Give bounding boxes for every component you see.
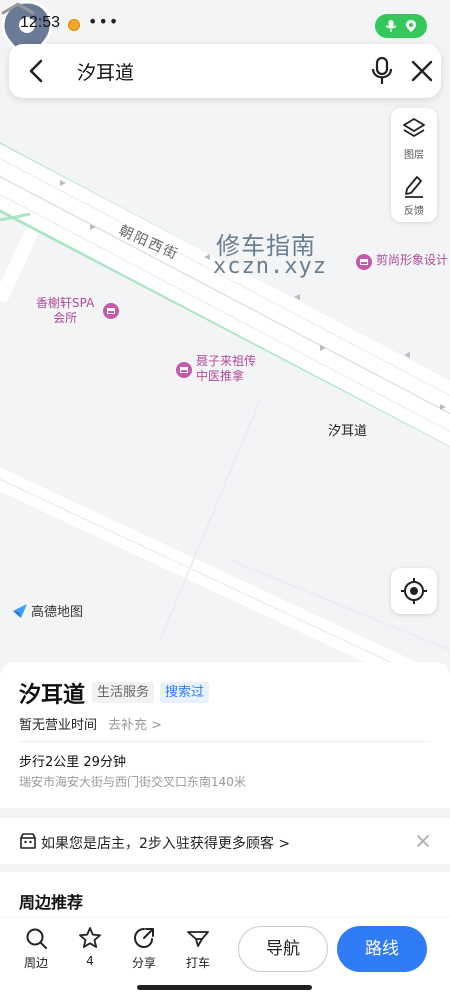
home-indicator[interactable] (137, 985, 312, 990)
map-view[interactable]: 朝阳西街 修车指南 xczn.xyz 剪尚形象设计 香榭轩SPA 会所 聂子来祖… (0, 0, 450, 680)
taxi-label: 打车 (185, 956, 210, 970)
watermark-url: xczn.xyz (213, 254, 327, 279)
nearby-button[interactable]: 周边 (16, 926, 56, 980)
nearby-title: 周边推荐 (19, 893, 84, 912)
poi-label-line: 香榭轩SPA (36, 296, 95, 310)
owner-banner-text: 如果您是店主，2步入驻获得更多顾客 > (41, 836, 291, 852)
poi-label-line: 中医推拿 (196, 369, 245, 383)
more-notifications-icon: ••• (88, 12, 120, 31)
amap-logo-icon (13, 603, 27, 618)
poi-label-massage[interactable]: 聂子来祖传 中医推拿 (196, 354, 256, 384)
map-tools-panel: 图层 反馈 (391, 108, 437, 222)
mic-indicator-icon (385, 20, 397, 32)
category-tag: 生活服务 (92, 682, 155, 703)
search-icon (26, 928, 47, 949)
taxi-button[interactable]: 打车 (178, 926, 218, 980)
favorite-button[interactable]: 4 (70, 926, 110, 980)
poi-label-line: 聂子来祖传 (196, 354, 257, 368)
layers-button[interactable]: 图层 (391, 110, 437, 166)
feedback-label: 反馈 (404, 206, 424, 217)
location-indicator-icon (406, 20, 416, 32)
divider (19, 741, 431, 742)
owner-banner[interactable]: 如果您是店主，2步入驻获得更多顾客 > (0, 818, 450, 864)
star-icon (79, 927, 101, 948)
amap-brand-text: 高德地图 (31, 605, 84, 620)
route-button[interactable]: 路线 (337, 926, 427, 972)
status-time: 12:53 (20, 14, 61, 31)
share-icon (133, 928, 154, 949)
taxi-icon (187, 931, 209, 947)
edit-icon (405, 176, 423, 198)
back-arrow-icon[interactable] (23, 57, 51, 85)
layers-label: 图层 (404, 150, 424, 161)
poi-label-salon[interactable]: 剪尚形象设计 (376, 253, 448, 268)
share-button[interactable]: 分享 (124, 926, 164, 980)
place-address: 瑞安市海安大街与西门街交叉口东南140米 (19, 775, 246, 789)
close-icon[interactable] (409, 58, 435, 84)
status-bar: 12:53 ••• (0, 0, 450, 46)
locate-button[interactable] (391, 568, 437, 614)
pin-label: 汐耳道 (328, 424, 368, 439)
add-hours-link[interactable]: 去补充 > (108, 714, 162, 733)
nearby-label: 周边 (23, 956, 48, 970)
place-info-card: 汐耳道 生活服务 搜索过 暂无营业时间 去补充 > 步行2公里 29分钟 瑞安市… (0, 662, 450, 808)
navigate-button[interactable]: 导航 (238, 926, 328, 972)
microphone-icon[interactable] (369, 56, 395, 86)
poi-label-line: 会所 (53, 311, 78, 325)
amap-logo: 高德地图 (12, 601, 83, 620)
massage-poi-icon[interactable] (176, 362, 192, 378)
crosshair-icon (401, 578, 427, 604)
share-label: 分享 (131, 956, 156, 970)
place-title: 汐耳道 (19, 683, 86, 708)
spa-poi-icon[interactable] (103, 303, 119, 319)
close-icon[interactable] (414, 832, 432, 850)
notification-icon (68, 19, 80, 31)
privacy-indicator (375, 14, 427, 38)
search-bar: 汐耳道 (9, 44, 441, 98)
business-hours: 暂无营业时间 (19, 718, 98, 733)
map-roads (0, 0, 450, 680)
shop-icon (20, 833, 36, 849)
search-input[interactable]: 汐耳道 (77, 58, 134, 85)
searched-tag: 搜索过 (160, 682, 210, 703)
salon-poi-icon[interactable] (356, 254, 372, 270)
feedback-button[interactable]: 反馈 (391, 166, 437, 222)
walk-distance: 步行2公里 29分钟 (19, 755, 126, 770)
favorite-count: 4 (86, 954, 94, 968)
layers-icon (403, 118, 425, 137)
poi-label-spa[interactable]: 香榭轩SPA 会所 (36, 296, 94, 326)
